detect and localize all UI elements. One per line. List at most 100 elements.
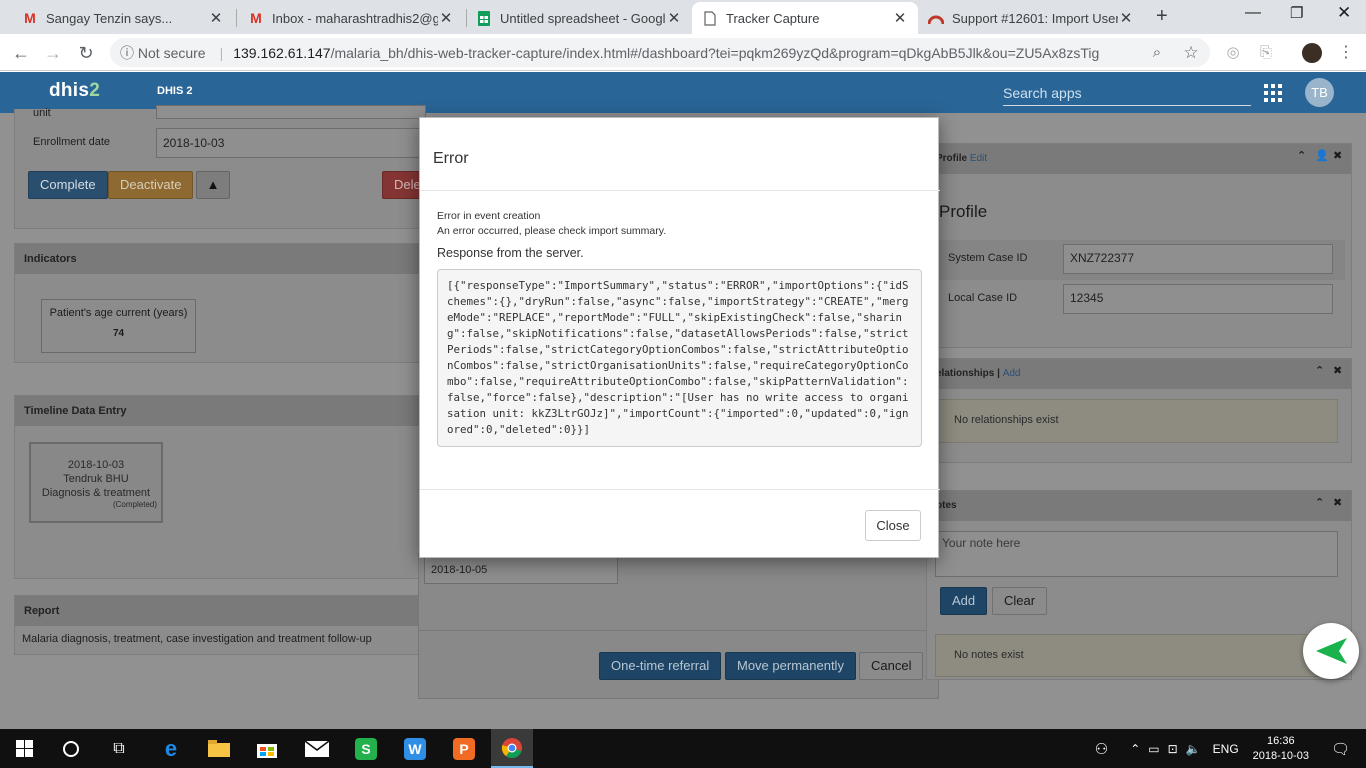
mail-icon[interactable] [296,729,338,768]
reload-icon[interactable]: ↻ [75,42,97,64]
dhis2-logo[interactable]: dhis2 [49,80,100,102]
maximize-button[interactable]: ❐ [1290,4,1303,22]
extension-icon[interactable]: ◎ [1222,42,1244,64]
tab-support[interactable]: Support #12601: Import Users ✕ [918,2,1144,34]
close-icon[interactable]: ✕ [666,9,682,27]
tab-sangay[interactable]: M Sangay Tenzin says... ✕ [12,2,234,34]
warning-icon[interactable]: ▲ [196,171,230,199]
profile-avatar-icon[interactable] [1302,43,1322,63]
add-note-button[interactable]: Add [940,587,988,615]
close-icon[interactable]: ✕ [208,9,224,27]
close-icon[interactable]: ✕ [1118,9,1134,27]
clock[interactable]: 16:36 2018-10-03 [1253,734,1309,764]
collapse-icon[interactable]: ⌃ [1297,149,1306,162]
clear-note-button[interactable]: Clear [992,587,1048,615]
file-explorer-icon[interactable] [198,729,240,768]
close-icon[interactable]: ✕ [892,9,908,27]
tab-title: Untitled spreadsheet - Google [500,10,666,26]
wps-spreadsheets-icon[interactable]: S [345,729,387,768]
referral-date-field[interactable]: 2018-10-05 [424,556,618,584]
apps-grid-icon[interactable] [1264,84,1282,102]
tab-title: Tracker Capture [726,10,820,26]
browser-tab-strip: M Sangay Tenzin says... ✕ M Inbox - maha… [0,0,1366,34]
report-title: Report [15,596,423,626]
notifications-icon[interactable]: 🗨 [1331,740,1350,758]
task-view-icon[interactable]: ⧉ [98,729,140,768]
tab-spreadsheet[interactable]: Untitled spreadsheet - Google ✕ [466,2,692,34]
collapse-icon[interactable]: ⌃ [1315,496,1324,509]
tab-inbox[interactable]: M Inbox - maharashtradhis2@gm ✕ [238,2,464,34]
move-permanently-button[interactable]: Move permanently [725,652,856,680]
wps-writer-icon[interactable]: W [394,729,436,768]
store-icon[interactable] [246,729,288,768]
logo-text: dhis [49,80,90,101]
wps-presentation-icon[interactable]: P [443,729,485,768]
app-title: DHIS 2 [157,85,193,97]
close-circle-icon[interactable]: ✖ [1333,364,1342,377]
window-close-button[interactable]: ✕ [1337,3,1351,23]
zoom-icon[interactable]: ⌕ [1146,42,1168,64]
error-message-line2: An error occurred, please check import s… [437,225,667,237]
new-tab-button[interactable]: + [1156,5,1168,28]
system-case-id-field[interactable]: XNZ722377 [1063,244,1333,274]
indicators-panel: Indicators Patient's age current (years)… [14,243,424,363]
notes-empty-message: No notes exist [935,634,1338,677]
indicator-value: 74 [112,328,125,339]
close-icon[interactable]: ✕ [438,9,454,27]
orgunit-field[interactable] [156,105,426,119]
person-icon[interactable]: 👤 [1315,149,1329,162]
profile-row: System Case ID XNZ722377 [935,240,1345,280]
language-indicator[interactable]: ENG [1213,742,1239,756]
cortana-search-icon[interactable] [50,729,92,768]
report-description: Malaria diagnosis, treatment, case inves… [22,633,372,645]
relationships-head-label: elationships | [936,368,1000,379]
complete-button[interactable]: Complete [28,171,108,199]
network-icon[interactable]: ⊡ [1168,742,1178,756]
close-circle-icon[interactable]: ✖ [1333,149,1342,162]
star-icon[interactable]: ☆ [1180,42,1202,64]
relationships-add-link[interactable]: Add [1003,368,1021,379]
enrollment-date-field[interactable]: 2018-10-03 [156,128,426,158]
referral-cancel-button[interactable]: Cancel [859,652,924,680]
search-apps-input[interactable]: Search apps [1003,80,1251,106]
windows-start-icon[interactable] [3,729,45,768]
pdf-extension-icon[interactable]: ⎘ [1255,42,1277,64]
info-icon[interactable]: ⓘ Not secure [120,43,206,63]
deactivate-button[interactable]: Deactivate [108,171,194,199]
people-icon[interactable]: ⚇ [1095,740,1108,758]
edge-icon[interactable]: e [150,729,192,768]
profile-panel: Profile Edit ⌃ 👤 ✖ Profile System Case I… [926,143,1352,348]
timeline-event-card[interactable]: 2018-10-03 Tendruk BHU Diagnosis & treat… [29,442,163,523]
collapse-icon[interactable]: ⌃ [1315,364,1324,377]
close-circle-icon[interactable]: ✖ [1333,496,1342,509]
one-time-referral-button[interactable]: One-time referral [599,652,722,680]
tab-separator [236,9,237,27]
url-box[interactable]: ⓘ Not secure | 139.162.61.147/malaria_bh… [110,38,1210,67]
battery-icon[interactable]: ▭ [1148,742,1159,756]
tab-title: Support #12601: Import Users [952,10,1118,26]
floating-assistant-button[interactable] [1303,623,1359,679]
minimize-button[interactable]: — [1245,4,1261,22]
chevron-up-icon[interactable]: ⌃ [1130,742,1140,756]
logo-number: 2 [89,80,101,101]
profile-edit-link[interactable]: Edit [970,153,987,164]
menu-dots-icon[interactable]: ⋮ [1335,42,1357,64]
event-stage: Diagnosis & treatment [41,487,151,499]
volume-muted-icon[interactable]: 🔈 [1186,742,1201,756]
tab-tracker-capture[interactable]: Tracker Capture ✕ [692,2,918,34]
timeline-title: Timeline Data Entry [15,396,423,426]
note-textarea[interactable]: Your note here [935,531,1338,577]
forward-arrow-icon[interactable]: → [42,42,64,64]
user-avatar[interactable]: TB [1305,78,1334,107]
security-label: Not secure [137,44,206,61]
event-date: 2018-10-03 [67,459,125,471]
referral-dialog-background: 2018-10-05 One-time referral Move perman… [418,553,939,699]
gmail-icon: M [250,10,262,26]
local-case-id-field[interactable]: 12345 [1063,284,1333,314]
back-arrow-icon[interactable]: ← [10,42,32,64]
enrollment-panel: unit Enrollment date 2018-10-03 Complete… [14,105,426,229]
close-button[interactable]: Close [865,510,921,541]
indicator-label: Patient's age current (years) [49,307,188,319]
url-divider: | [219,44,224,61]
chrome-icon[interactable] [491,729,533,768]
